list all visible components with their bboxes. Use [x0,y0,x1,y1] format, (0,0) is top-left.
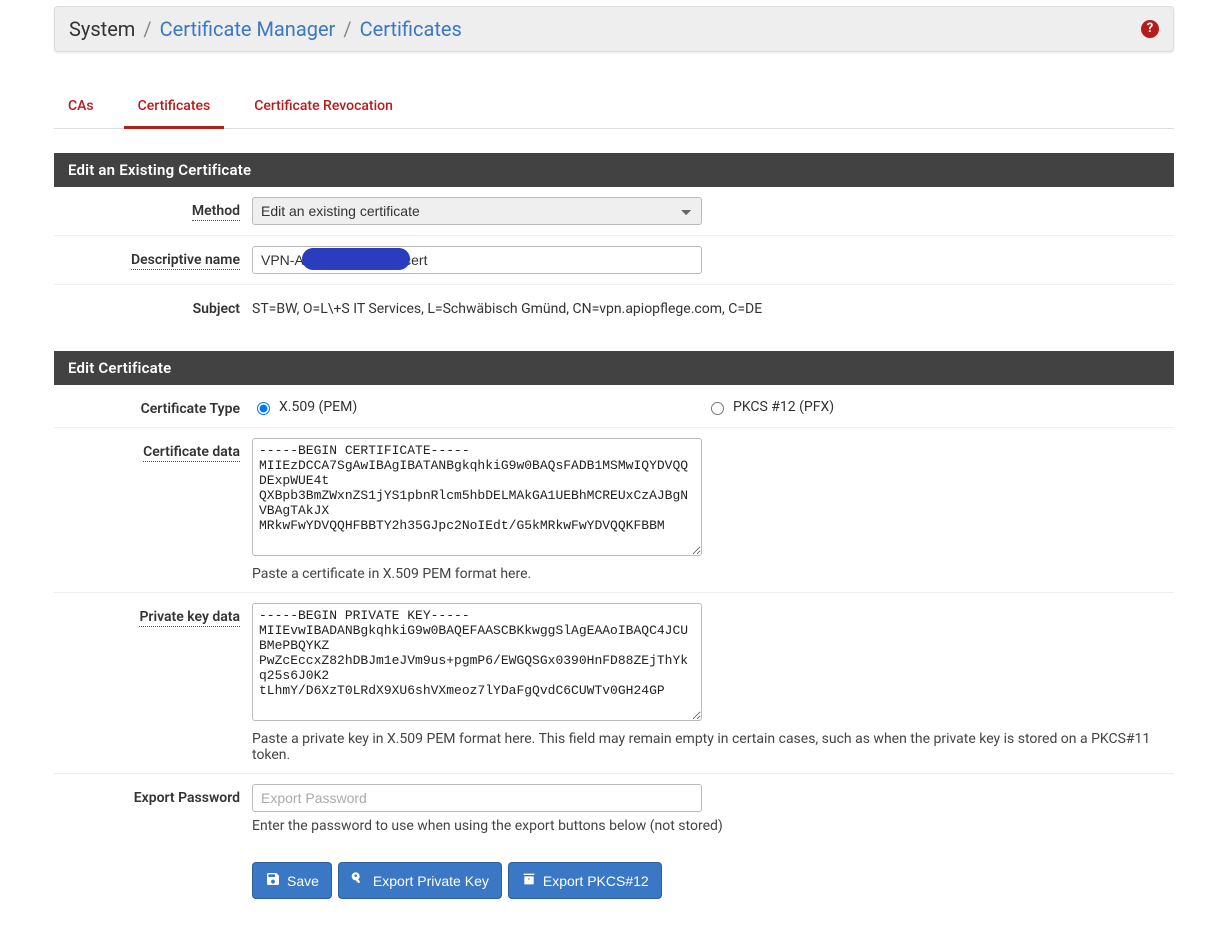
tab-certificate-revocation[interactable]: Certificate Revocation [240,88,407,129]
radio-pkcs12-pfx[interactable] [711,402,724,415]
export-pkcs12-label: Export PKCS#12 [543,873,649,889]
certificate-data-help: Paste a certificate in X.509 PEM format … [252,566,1160,582]
key-icon [351,871,367,890]
panel-edit-existing: Edit an Existing Certificate Method Edit… [54,153,1174,327]
panel-title: Edit an Existing Certificate [54,153,1174,187]
private-key-data-textarea[interactable] [252,603,702,721]
label-private-key-data: Private key data [54,603,252,625]
method-select[interactable]: Edit an existing certificate [252,197,702,225]
label-method: Method [54,197,252,219]
radio-pkcs12-pfx-label: PKCS #12 (PFX) [733,399,834,415]
panel-edit-certificate: Edit Certificate Certificate Type X.509 … [54,351,1174,844]
breadcrumb-separator: / [341,17,353,41]
tab-cas[interactable]: CAs [54,88,108,129]
save-label: Save [287,873,319,889]
label-descriptive-name: Descriptive name [54,246,252,268]
help-icon[interactable]: ? [1141,20,1159,38]
breadcrumb-certificate-manager[interactable]: Certificate Manager [160,17,336,41]
radio-x509-pem[interactable] [257,402,270,415]
tab-certificates[interactable]: Certificates [124,88,225,129]
label-certificate-data: Certificate data [54,438,252,460]
export-password-help: Enter the password to use when using the… [252,818,1160,834]
breadcrumb-root[interactable]: System [69,17,135,41]
subject-value: ST=BW, O=L\+S IT Services, L=Schwäbisch … [252,295,1160,317]
radio-x509-pem-label: X.509 (PEM) [279,399,357,415]
private-key-data-help: Paste a private key in X.509 PEM format … [252,731,1160,763]
save-button[interactable]: Save [252,862,332,899]
export-private-key-button[interactable]: Export Private Key [338,862,502,899]
panel-title: Edit Certificate [54,351,1174,385]
button-row: Save Export Private Key Export PKCS#12 [252,862,1174,899]
export-password-input[interactable] [252,784,702,812]
export-private-key-label: Export Private Key [373,873,489,889]
export-pkcs12-button[interactable]: Export PKCS#12 [508,862,662,899]
tabs: CAs Certificates Certificate Revocation [54,88,1174,129]
save-icon [265,871,281,890]
breadcrumb-certificates[interactable]: Certificates [360,17,462,41]
label-subject: Subject [54,295,252,317]
breadcrumb-separator: / [141,17,153,41]
archive-icon [521,871,537,890]
certificate-data-textarea[interactable] [252,438,702,556]
label-certificate-type: Certificate Type [54,395,252,417]
label-export-password: Export Password [54,784,252,806]
descriptive-name-input[interactable] [252,246,702,274]
breadcrumb: System / Certificate Manager / Certifica… [54,6,1174,52]
